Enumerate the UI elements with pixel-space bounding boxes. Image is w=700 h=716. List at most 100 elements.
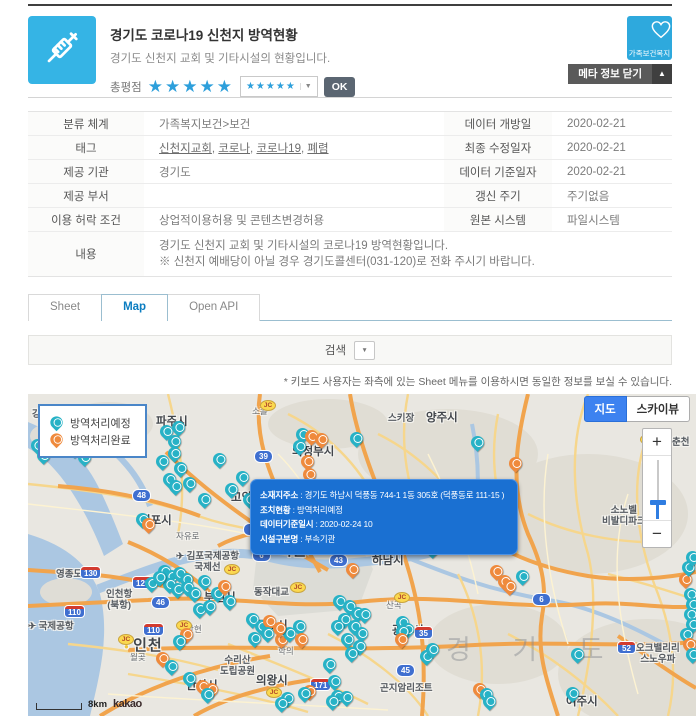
map-city-label: 월곶: [130, 653, 146, 663]
tab-open-api[interactable]: Open API: [167, 294, 260, 321]
map-city-label: ✈ 국제공항: [28, 622, 74, 633]
marker-infowindow[interactable]: 소재지주소 : 경기도 하남시 덕풍동 744-1 1동 305호 (덕풍동로 …: [250, 479, 518, 555]
table-row: 태그신천지교회, 코로나, 코로나19, 폐렴최종 수정일자2020-02-21: [28, 136, 672, 160]
meta-value: 가족복지보건>보건: [144, 112, 444, 136]
infowindow-line: 조치현황 : 방역처리예정: [260, 503, 508, 518]
infowindow-line: 시설구분명 : 부속기관: [260, 532, 508, 547]
header-divider: [28, 97, 672, 98]
route-shield: 46: [151, 596, 170, 609]
route-shield: 110: [143, 623, 164, 636]
route-shield: 48: [132, 489, 151, 502]
map-city-label: 영종도: [56, 570, 82, 581]
legend-pin-icon: [48, 431, 65, 448]
rating-ok-button[interactable]: OK: [324, 77, 356, 97]
route-shield: 110: [64, 605, 85, 618]
meta-label: 내용: [28, 232, 144, 277]
tab-bar: SheetMapOpen API: [28, 294, 672, 321]
page-title: 경기도 코로나19 신천지 방역현황: [110, 24, 672, 44]
map-city-label: 하남시: [372, 555, 404, 568]
meta-table: 분류 체계가족복지보건>보건데이터 개방일2020-02-21태그신천지교회, …: [28, 111, 672, 277]
junction-icon: JC: [224, 564, 240, 575]
kakao-logo: kakao: [113, 698, 142, 710]
page: 경기도 코로나19 신천지 방역현황 경기도 신천지 교회 및 기타시설의 현황…: [0, 4, 700, 716]
infowindow-line: 소재지주소 : 경기도 하남시 덕풍동 744-1 1동 305호 (덕풍동로 …: [260, 488, 508, 503]
meta-label: 제공 부서: [28, 184, 144, 208]
scalebar-label: 8km: [88, 699, 107, 710]
tab-map[interactable]: Map: [101, 294, 168, 321]
meta-label: 분류 체계: [28, 112, 144, 136]
infowindow-line: 데이터기준일시 : 2020-02-24 10: [260, 517, 508, 532]
zoom-out-button[interactable]: −: [643, 521, 671, 547]
route-shield: 43: [329, 554, 348, 567]
meta-value: 2020-02-21: [552, 112, 672, 136]
search-dropdown-button[interactable]: ▼: [354, 341, 375, 360]
zoom-in-button[interactable]: +: [643, 429, 671, 455]
meta-label: 태그: [28, 136, 144, 160]
skyview-button[interactable]: 스카이뷰: [627, 396, 690, 422]
legend-item: 방역처리예정: [50, 414, 131, 431]
map-city-label: 양주시: [426, 412, 458, 425]
meta-label: 갱신 주기: [444, 184, 552, 208]
meta-value: 경기도: [144, 160, 444, 184]
legend-item: 방역처리완료: [50, 431, 131, 448]
junction-icon: JC: [118, 634, 134, 645]
legend-label: 방역처리예정: [70, 415, 131, 431]
legend-label: 방역처리완료: [70, 432, 131, 448]
chevron-down-icon: ▼: [300, 83, 312, 90]
meta-value: 신천지교회, 코로나, 코로나19, 폐렴: [144, 136, 444, 160]
tag-link[interactable]: 폐렴: [307, 143, 328, 155]
map-city-label: 인천항 (북항): [106, 590, 132, 612]
table-row: 제공 기관경기도데이터 기준일자2020-02-21: [28, 160, 672, 184]
map-scalebar: 8km kakao: [36, 698, 142, 710]
tag-link[interactable]: 신천지교회: [159, 143, 212, 155]
meta-content-value: 경기도 신천지 교회 및 기타시설의 코로나19 방역현황입니다.※ 신천지 예…: [144, 232, 672, 277]
meta-label: 데이터 개방일: [444, 112, 552, 136]
map-city-label: 춘천: [672, 438, 689, 449]
meta-label: 제공 기관: [28, 160, 144, 184]
map-type-toggle: 지도 스카이뷰: [584, 396, 691, 422]
route-shield: 39: [254, 450, 273, 463]
route-shield: 130: [80, 566, 101, 579]
zoom-slider-handle[interactable]: [650, 500, 666, 505]
meta-label: 원본 시스템: [444, 208, 552, 232]
meta-table-body: 분류 체계가족복지보건>보건데이터 개방일2020-02-21태그신천지교회, …: [28, 112, 672, 277]
syringe-icon: [40, 26, 84, 75]
meta-label: 최종 수정일자: [444, 136, 552, 160]
route-shield: 52: [617, 641, 636, 654]
map-city-label: 곤지암리조트: [380, 684, 432, 695]
category-badge-label: 가족보건복지: [629, 49, 670, 58]
map-canvas[interactable]: 경 기 도 방역처리예정방역처리완료 지도 스카이뷰 + − 소재지주소 : 경…: [28, 394, 696, 716]
map-province-watermark: 경 기 도: [446, 628, 621, 667]
zoom-slider[interactable]: [643, 455, 671, 521]
meta-value: 2020-02-21: [552, 136, 672, 160]
tag-link[interactable]: 코로나19: [256, 143, 301, 155]
chevron-up-icon: ▲: [652, 64, 672, 84]
meta-value: 주기없음: [552, 184, 672, 208]
tab-sheet[interactable]: Sheet: [28, 294, 102, 321]
keyboard-note: * 키보드 사용자는 좌측에 있는 Sheet 메뉴를 이용하시면 동일한 정보…: [28, 374, 672, 389]
meta-close-label: 메타 정보 닫기: [568, 64, 652, 84]
meta-label: 이용 허락 조건: [28, 208, 144, 232]
map-city-label: 오크밸리리 스노우파: [636, 644, 680, 666]
map-city-label: 자유로: [176, 532, 199, 542]
route-shield: 35: [414, 626, 433, 639]
map-legend: 방역처리예정방역처리완료: [38, 404, 147, 458]
search-bar: 검색 ▼: [28, 335, 672, 365]
meta-close-button[interactable]: 메타 정보 닫기 ▲: [568, 64, 672, 84]
route-shield: 6: [532, 593, 551, 606]
scalebar-bracket: [36, 703, 82, 710]
map-city-label: 수리산 도립공원: [220, 656, 255, 678]
route-shield: 45: [396, 664, 415, 677]
rating-stars: ★★★★★: [148, 77, 234, 97]
rating-select[interactable]: ★★★★★ ▼: [240, 76, 318, 97]
map-city-label: 소노벨 비발디파크: [602, 506, 646, 528]
junction-icon: JC: [290, 582, 306, 593]
map-view-button[interactable]: 지도: [584, 396, 627, 422]
meta-value: 상업적이용허용 및 콘텐츠변경허용: [144, 208, 444, 232]
dataset-header: 경기도 코로나19 신천지 방역현황 경기도 신천지 교회 및 기타시설의 현황…: [28, 6, 672, 97]
tag-link[interactable]: 코로나: [218, 143, 250, 155]
search-label: 검색: [325, 342, 346, 358]
rating-label: 총평점: [110, 79, 142, 95]
junction-icon: JC: [394, 592, 410, 603]
table-row-content: 내용경기도 신천지 교회 및 기타시설의 코로나19 방역현황입니다.※ 신천지…: [28, 232, 672, 277]
